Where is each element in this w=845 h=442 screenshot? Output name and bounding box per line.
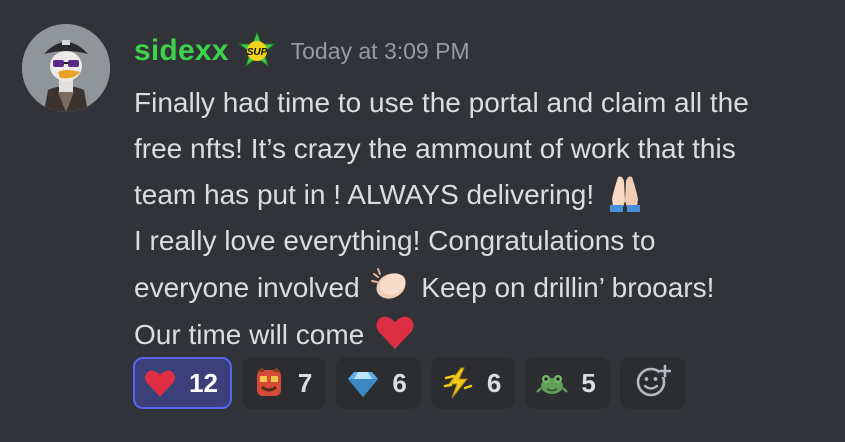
message-text: I really love everything! Congratulation… [134, 225, 656, 257]
reaction-frog[interactable]: 5 [525, 357, 610, 409]
timestamp: Today at 3:09 PM [290, 37, 470, 64]
message-content: Finally had time to use the portal and c… [134, 80, 839, 357]
message-text: free nfts! It’s crazy the ammount of wor… [134, 132, 736, 164]
message-line: free nfts! It’s crazy the ammount of wor… [134, 126, 839, 172]
reaction-gem[interactable]: 6 [336, 357, 421, 409]
message-header: sidexx SUP Today at 3:09 PM [134, 30, 470, 72]
reaction-count: 6 [392, 367, 407, 398]
message-text: everyone involved [134, 271, 360, 303]
custom-lightning-emoji [441, 366, 475, 400]
reaction-count: 7 [297, 367, 313, 398]
message-line: Our time will come [134, 311, 839, 358]
message-line: team has put in ! ALWAYS delivering! [134, 171, 839, 218]
red-heart-emoji [143, 366, 177, 400]
sup-badge-icon[interactable]: SUP [237, 30, 277, 71]
reaction-count: 5 [581, 367, 596, 398]
chat-message: sidexx SUP Today at 3:09 PM Finally had … [0, 0, 845, 442]
reaction-lightning[interactable]: 6 [430, 357, 516, 409]
message-text: Our time will come [134, 318, 365, 350]
message-line: I really love everything! Congratulation… [134, 218, 839, 264]
folded-hands-emoji [604, 171, 646, 213]
custom-mask-emoji [252, 366, 286, 400]
message-text: Finally had time to use the portal and c… [134, 87, 749, 118]
duck-pirate-avatar-icon [22, 24, 110, 112]
svg-text:SUP: SUP [246, 47, 267, 58]
avatar[interactable] [22, 24, 110, 112]
reaction-count: 6 [486, 367, 502, 398]
gem-emoji [346, 366, 380, 400]
message-line: Finally had time to use the portal and c… [134, 80, 839, 126]
message-text: team has put in ! ALWAYS delivering! [134, 179, 595, 211]
custom-frog-emoji [535, 366, 569, 400]
add-reaction-button[interactable] [619, 357, 686, 409]
add-reaction-icon [635, 363, 672, 404]
reaction-count: 12 [189, 367, 218, 398]
reactions-bar: 12 7 6 6 5 [133, 356, 686, 410]
message-line: everyone involved Keep on drillin’ brooa… [134, 264, 839, 311]
clapping-hands-emoji [369, 264, 411, 306]
reaction-mask[interactable]: 7 [241, 357, 327, 409]
username[interactable]: sidexx [134, 34, 229, 68]
message-text: Keep on drillin’ brooars! [421, 271, 715, 303]
red-heart-emoji [374, 311, 416, 353]
reaction-heart[interactable]: 12 [133, 357, 232, 409]
